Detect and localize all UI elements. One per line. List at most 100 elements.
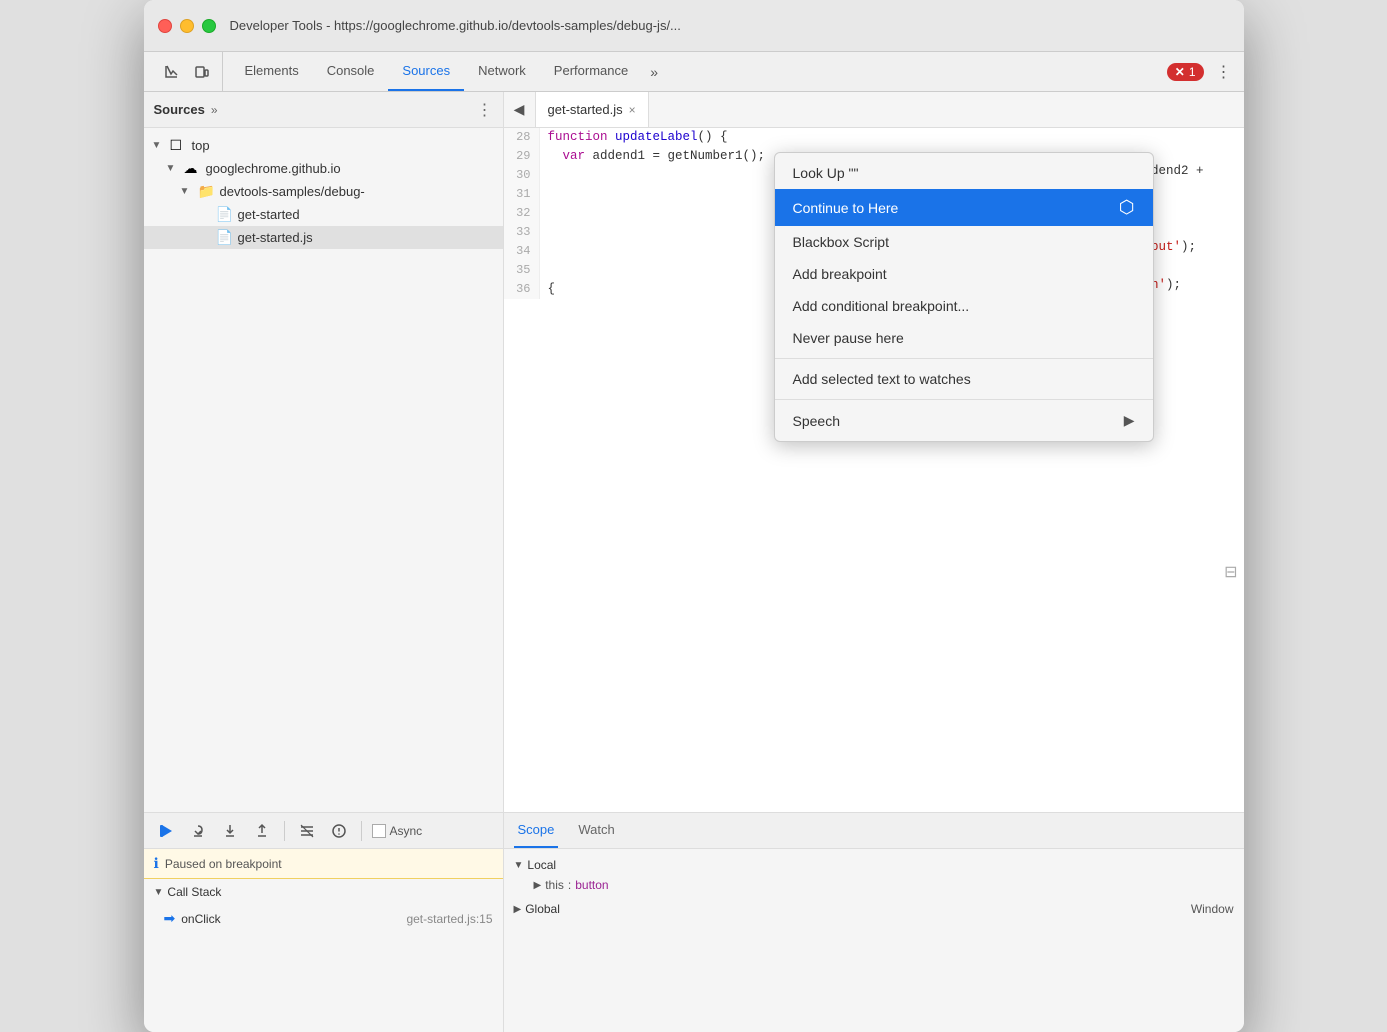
async-checkbox[interactable] xyxy=(372,824,386,838)
ctx-breakpoint[interactable]: Add breakpoint xyxy=(775,258,1153,290)
ctx-lookup-label: Look Up "" xyxy=(793,165,859,181)
close-button[interactable] xyxy=(158,19,172,33)
step-into-button[interactable] xyxy=(218,819,242,843)
scroll-indicator[interactable]: ⊟ xyxy=(1224,562,1237,582)
line-number: 29 xyxy=(504,147,540,166)
editor-tab-close[interactable]: × xyxy=(629,103,636,117)
scope-local-arrow: ▼ xyxy=(514,860,524,871)
title-bar: Developer Tools - https://googlechrome.g… xyxy=(144,0,1244,52)
call-stack-item-onclick[interactable]: ➡ onClick get-started.js:15 xyxy=(144,905,503,932)
tab-console[interactable]: Console xyxy=(313,52,389,91)
ctx-breakpoint-label: Add breakpoint xyxy=(793,266,887,282)
scope-panel: Scope Watch ▼ Local ▶ this : button xyxy=(504,813,1244,1032)
tab-more[interactable]: » xyxy=(642,52,666,91)
info-icon: ℹ xyxy=(154,855,159,872)
ctx-separator-1 xyxy=(775,358,1153,359)
scope-global-section: ▶ Global Window xyxy=(514,899,1234,919)
call-stack-item-file: get-started.js:15 xyxy=(406,912,492,926)
scope-global-header[interactable]: ▶ Global Window xyxy=(514,899,1234,919)
ctx-watches-label: Add selected text to watches xyxy=(793,371,971,387)
tree-item-get-started[interactable]: ▶ 📄 get-started xyxy=(144,203,503,226)
line-number: 31 xyxy=(504,185,540,204)
ctx-speech-label: Speech xyxy=(793,413,840,429)
tree-arrow: ▼ xyxy=(180,186,194,197)
scope-global-arrow: ▶ xyxy=(514,904,522,915)
ctx-watches[interactable]: Add selected text to watches xyxy=(775,363,1153,395)
tab-sources[interactable]: Sources xyxy=(388,52,464,91)
maximize-button[interactable] xyxy=(202,19,216,33)
ctx-continue-label: Continue to Here xyxy=(793,200,899,216)
async-toggle[interactable]: Async xyxy=(372,824,423,838)
scope-local-section: ▼ Local ▶ this : button xyxy=(514,855,1234,895)
line-code xyxy=(540,166,563,185)
call-stack-arrow: ▼ xyxy=(154,887,164,898)
ctx-never-pause[interactable]: Never pause here xyxy=(775,322,1153,354)
line-number: 28 xyxy=(504,128,540,147)
tree-label-get-started-js: get-started.js xyxy=(238,230,313,245)
devtools-menu-button[interactable]: ⋮ xyxy=(1212,60,1236,84)
line-number: 35 xyxy=(504,261,540,280)
device-icon[interactable] xyxy=(190,60,214,84)
inspect-icon[interactable] xyxy=(160,60,184,84)
ctx-continue[interactable]: Continue to Here ⬡ xyxy=(775,189,1153,226)
tab-network[interactable]: Network xyxy=(464,52,540,91)
sidebar-more-button[interactable]: ⋮ xyxy=(477,100,493,120)
step-out-button[interactable] xyxy=(250,819,274,843)
call-stack-header[interactable]: ▼ Call Stack xyxy=(144,879,503,905)
toolbar-separator-2 xyxy=(361,821,362,841)
file-icon: 📄 xyxy=(216,206,234,223)
ctx-lookup[interactable]: Look Up "" xyxy=(775,157,1153,189)
page-icon: ☐ xyxy=(170,137,188,154)
line-code xyxy=(540,185,563,204)
line-code: var addend1 = getNumber1(); xyxy=(540,147,766,166)
resume-button[interactable] xyxy=(154,819,178,843)
scope-local-label: Local xyxy=(527,858,556,872)
devtools-window: Developer Tools - https://googlechrome.g… xyxy=(144,0,1244,1032)
bottom-area: Async ℹ Paused on breakpoint ▼ Call Stac… xyxy=(144,812,1244,1032)
ctx-blackbox[interactable]: Blackbox Script xyxy=(775,226,1153,258)
deactivate-breakpoints-button[interactable] xyxy=(295,819,319,843)
scope-colon: : xyxy=(568,878,571,892)
tab-watch[interactable]: Watch xyxy=(574,813,618,848)
sidebar-chevron[interactable]: » xyxy=(211,103,218,117)
ctx-speech[interactable]: Speech ▶ xyxy=(775,404,1153,437)
tabbar-right: ✕ 1 ⋮ xyxy=(1167,52,1236,91)
devtools-body: Sources » ⋮ ▼ ☐ top ▼ ☁ googlechrome.git… xyxy=(144,92,1244,812)
window-title: Developer Tools - https://googlechrome.g… xyxy=(230,18,681,33)
editor-tab-label: get-started.js xyxy=(548,102,623,117)
code-line-28: 28 function updateLabel() { xyxy=(504,128,1244,147)
line-number: 33 xyxy=(504,223,540,242)
traffic-lights xyxy=(158,19,216,33)
editor-tab-get-started-js[interactable]: get-started.js × xyxy=(536,92,649,127)
line-number: 30 xyxy=(504,166,540,185)
ctx-speech-arrow: ▶ xyxy=(1124,412,1135,429)
tree-label-samples: devtools-samples/debug- xyxy=(220,184,365,199)
tree-item-devtools-samples[interactable]: ▼ 📁 devtools-samples/debug- xyxy=(144,180,503,203)
minimize-button[interactable] xyxy=(180,19,194,33)
sidebar: Sources » ⋮ ▼ ☐ top ▼ ☁ googlechrome.git… xyxy=(144,92,504,812)
tree-item-top[interactable]: ▼ ☐ top xyxy=(144,134,503,157)
sidebar-title: Sources xyxy=(154,102,205,117)
ctx-blackbox-label: Blackbox Script xyxy=(793,234,889,250)
tab-scope[interactable]: Scope xyxy=(514,813,559,848)
ctx-conditional[interactable]: Add conditional breakpoint... xyxy=(775,290,1153,322)
editor-tabs: ◀ get-started.js × xyxy=(504,92,1244,128)
async-label: Async xyxy=(390,824,423,838)
tab-performance[interactable]: Performance xyxy=(540,52,642,91)
ctx-conditional-label: Add conditional breakpoint... xyxy=(793,298,970,314)
tree-item-get-started-js[interactable]: ▶ 📄 get-started.js xyxy=(144,226,503,249)
scope-window-label: Window xyxy=(1191,902,1234,916)
editor-area: ◀ get-started.js × 28 function updateLab… xyxy=(504,92,1244,812)
context-menu: Look Up "" Continue to Here ⬡ Blackbox S… xyxy=(774,152,1154,442)
step-over-button[interactable] xyxy=(186,819,210,843)
line-code xyxy=(540,242,563,261)
scope-this-item[interactable]: ▶ this : button xyxy=(514,875,1234,895)
tree-item-github[interactable]: ▼ ☁ googlechrome.github.io xyxy=(144,157,503,180)
paused-text: Paused on breakpoint xyxy=(165,857,282,871)
error-badge[interactable]: ✕ 1 xyxy=(1167,63,1204,81)
pause-exceptions-button[interactable] xyxy=(327,819,351,843)
tree-label-top: top xyxy=(192,138,210,153)
tab-elements[interactable]: Elements xyxy=(231,52,313,91)
scope-local-header[interactable]: ▼ Local xyxy=(514,855,1234,875)
editor-back-button[interactable]: ◀ xyxy=(504,92,536,127)
